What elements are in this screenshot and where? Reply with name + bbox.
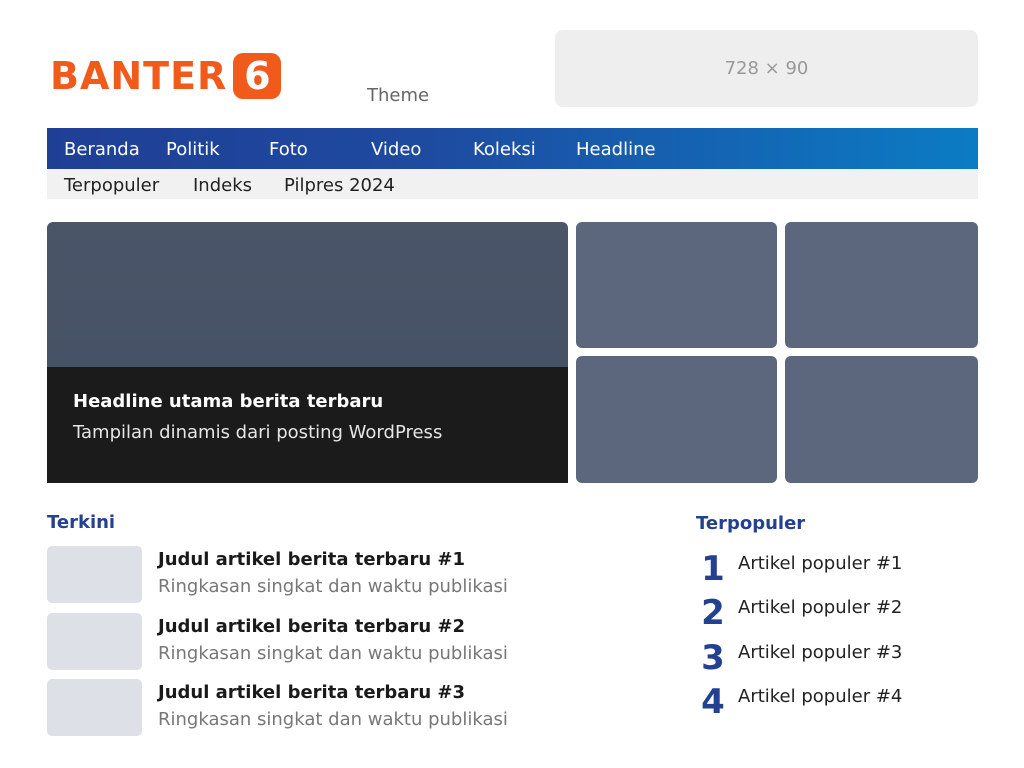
featured-tile-4[interactable] <box>785 356 978 483</box>
popular-rank: 1 <box>701 549 725 589</box>
subnav-item-indeks[interactable]: Indeks <box>193 169 252 199</box>
featured-tile-1[interactable] <box>576 222 777 348</box>
nav-item-politik[interactable]: Politik <box>166 128 220 169</box>
site-logo[interactable]: BANTER 6 <box>50 52 282 100</box>
theme-label: Theme <box>367 85 430 106</box>
popular-item[interactable]: 1 Artikel populer #1 <box>699 549 979 589</box>
popular-rank: 2 <box>701 593 725 633</box>
hero-caption: Headline utama berita terbaru Tampilan d… <box>47 367 568 483</box>
article-thumbnail <box>47 546 142 603</box>
subnav-item-pilpres-2024[interactable]: Pilpres 2024 <box>284 169 395 199</box>
list-item[interactable]: Judul artikel berita terbaru #1 Ringkasa… <box>47 546 607 603</box>
article-thumbnail <box>47 613 142 670</box>
article-thumbnail <box>47 679 142 736</box>
popular-item[interactable]: 3 Artikel populer #3 <box>699 638 979 678</box>
sub-nav: Terpopuler Indeks Pilpres 2024 <box>47 169 978 199</box>
popular-rank: 4 <box>701 682 725 722</box>
popular-item[interactable]: 2 Artikel populer #2 <box>699 593 979 633</box>
article-summary: Ringkasan singkat dan waktu publikasi <box>158 576 508 597</box>
popular-label: Artikel populer #2 <box>738 597 903 618</box>
hero-headline-card[interactable]: Headline utama berita terbaru Tampilan d… <box>47 222 568 483</box>
ad-banner-placeholder[interactable]: 728 × 90 <box>555 30 978 107</box>
article-summary: Ringkasan singkat dan waktu publikasi <box>158 709 508 730</box>
logo-text: BANTER <box>50 54 228 98</box>
logo-badge: 6 <box>233 53 282 99</box>
hero-title: Headline utama berita terbaru <box>73 391 384 412</box>
nav-item-foto[interactable]: Foto <box>269 128 308 169</box>
article-title: Judul artikel berita terbaru #2 <box>158 616 466 637</box>
featured-tile-3[interactable] <box>576 356 777 483</box>
hero-subtitle: Tampilan dinamis dari posting WordPress <box>73 422 443 443</box>
nav-item-beranda[interactable]: Beranda <box>64 128 140 169</box>
nav-item-koleksi[interactable]: Koleksi <box>473 128 536 169</box>
main-nav: Beranda Politik Foto Video Koleksi Headl… <box>47 128 978 169</box>
hero-image <box>47 222 568 367</box>
list-item[interactable]: Judul artikel berita terbaru #3 Ringkasa… <box>47 679 607 736</box>
popular-heading: Terpopuler <box>696 513 806 534</box>
article-title: Judul artikel berita terbaru #3 <box>158 682 466 703</box>
nav-item-headline[interactable]: Headline <box>576 128 656 169</box>
latest-heading: Terkini <box>47 512 116 533</box>
popular-label: Artikel populer #1 <box>738 553 903 574</box>
article-title: Judul artikel berita terbaru #1 <box>158 549 466 570</box>
featured-tile-2[interactable] <box>785 222 978 348</box>
list-item[interactable]: Judul artikel berita terbaru #2 Ringkasa… <box>47 613 607 670</box>
nav-item-video[interactable]: Video <box>371 128 421 169</box>
popular-item[interactable]: 4 Artikel populer #4 <box>699 682 979 722</box>
popular-rank: 3 <box>701 638 725 678</box>
subnav-item-terpopuler[interactable]: Terpopuler <box>64 169 159 199</box>
article-summary: Ringkasan singkat dan waktu publikasi <box>158 643 508 664</box>
popular-label: Artikel populer #3 <box>738 642 903 663</box>
popular-label: Artikel populer #4 <box>738 686 903 707</box>
ad-size-label: 728 × 90 <box>724 58 809 79</box>
